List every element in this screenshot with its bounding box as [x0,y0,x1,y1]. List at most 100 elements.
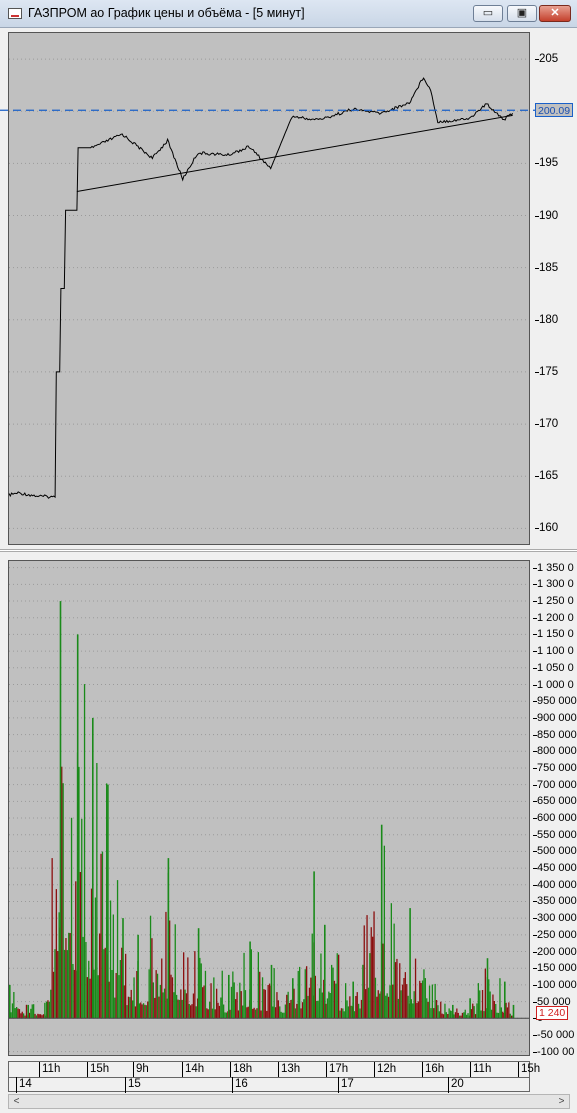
volume-bar [383,845,385,1019]
volume-bar [497,1012,500,1019]
volume-bar [392,984,394,1019]
volume-bar [40,1014,42,1019]
volume-bar [181,999,183,1019]
volume-bar [320,953,322,1019]
volume-bar [457,1012,459,1019]
volume-bar [380,824,383,1019]
volume-bar [133,977,135,1019]
volume-bar [42,1014,45,1019]
volume-bar [284,1004,286,1019]
volume-bar [499,978,501,1019]
volume-bar [476,1003,478,1019]
volume-bar [389,985,391,1019]
volume-bar [202,987,204,1019]
volume-bar [25,1004,28,1019]
volume-bar [213,977,215,1019]
volume-bar [163,988,166,1019]
volume-bar [92,717,94,1019]
volume-bar [115,973,117,1019]
volume-bar [308,987,311,1019]
volume-bar [59,601,62,1019]
volume-bar [232,971,234,1019]
volume-bar [220,997,222,1019]
volume-bar [44,1002,46,1019]
volume-bar [27,1004,29,1019]
volume-bar [292,978,294,1019]
volume-bar [83,684,86,1019]
volume-bar [79,872,81,1019]
volume-bar [273,968,275,1019]
volume-bar [112,914,114,1019]
volume-bar [299,966,301,1019]
volume-bar [307,995,309,1019]
volume-bar [401,984,404,1019]
volume-bar [313,871,315,1019]
volume-bar [218,1005,221,1019]
volume-bar [508,1002,510,1019]
volume-bar [466,1014,468,1019]
volume-bar [317,1000,319,1019]
volume-bar [406,984,408,1019]
volume-bar [58,912,60,1019]
volume-bar [421,980,424,1019]
volume-bar [187,957,189,1019]
volume-bar [244,990,247,1019]
volume-bar [184,989,186,1019]
volume-bar [296,1003,298,1019]
volume-bar [454,1012,457,1019]
volume-bar [68,932,70,1019]
volume-bar [420,983,422,1019]
volume-bar [276,992,278,1019]
volume-bar [294,1008,297,1019]
volume-bar [400,990,402,1019]
volume-bar [141,1004,143,1019]
volume-bar [441,1013,443,1019]
volume-bar [144,1004,146,1019]
volume-bar [403,978,405,1019]
volume-bar [288,1002,291,1019]
volume-bar [191,1004,193,1019]
volume-bar [206,1008,208,1019]
volume-bar [324,924,326,1019]
volume-bar [328,991,330,1019]
volume-bar [445,1012,447,1019]
volume-bar [14,1008,16,1019]
volume-bar [16,1007,18,1019]
volume-bar [214,1009,216,1019]
volume-bar [86,977,88,1019]
volume-bar [365,989,367,1019]
volume-bar [374,977,377,1019]
volume-bar [23,1013,25,1019]
volume-bar [339,1010,341,1019]
volume-bar [127,996,130,1019]
volume-bar [474,1014,477,1019]
volume-bar [51,858,53,1019]
volume-bar [82,936,84,1019]
volume-bar [142,1003,145,1019]
volume-bar [228,974,230,1019]
volume-bar [207,1009,209,1019]
volume-bar [370,927,372,1019]
volume-bar [233,982,235,1019]
volume-bar [304,969,306,1019]
volume-bar [246,1007,248,1019]
volume-bar [286,994,288,1019]
volume-bar [149,915,152,1019]
volume-bar [137,934,139,1019]
volume-bar [130,989,132,1019]
volume-bar [366,915,368,1019]
volume-bar [155,970,157,1019]
volume-bar [440,1001,442,1019]
volume-bar [180,989,182,1019]
volume-bar [350,1005,352,1019]
volume-bar [235,999,237,1019]
volume-bar [358,1003,360,1019]
volume-bar [373,911,375,1019]
volume-bar [178,999,181,1019]
volume-bar [489,991,491,1019]
volume-bar [270,964,273,1019]
volume-bar [70,817,73,1019]
volume-bar [477,983,479,1019]
volume-bar [393,923,395,1019]
volume-bar [109,900,112,1019]
